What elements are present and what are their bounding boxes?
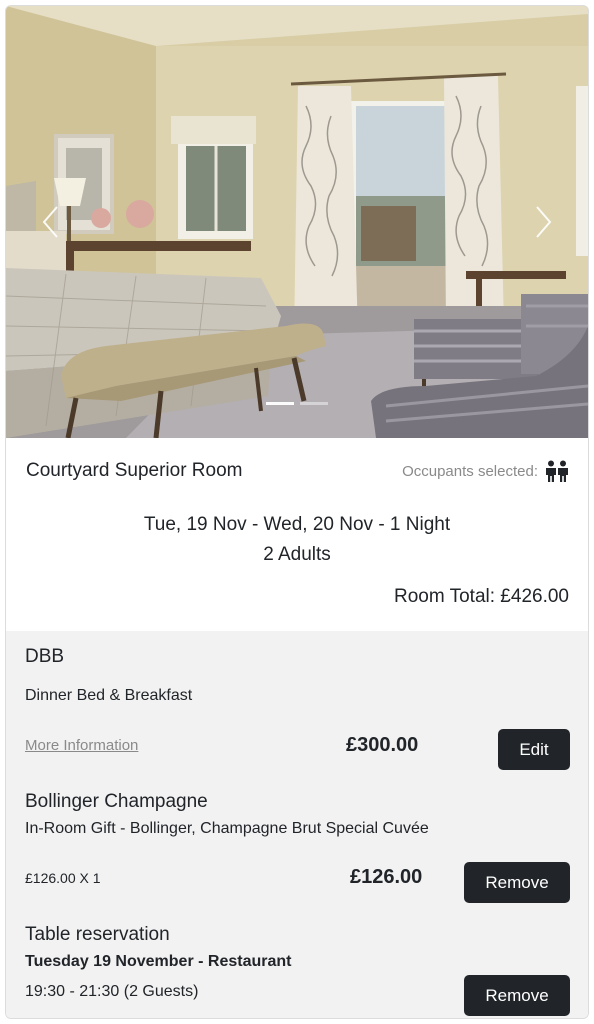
table-reservation-time: 19:30 - 21:30 (2 Guests) [25,983,199,1000]
occupants-label: Occupants selected: [402,462,538,480]
stay-dates: Tue, 19 Nov - Wed, 20 Nov - 1 Night [143,514,451,535]
stay-details: Tue, 19 Nov - Wed, 20 Nov - 1 Night 2 Ad… [6,510,588,570]
table-reservation-title: Table reservation [25,924,170,945]
edit-button[interactable]: Edit [498,729,570,770]
room-photo-carousel[interactable] [6,6,588,438]
dbb-price: £300.00 [346,734,419,756]
table-reservation-date: Tuesday 19 November - Restaurant [25,953,292,970]
remove-champagne-button[interactable]: Remove [464,862,570,903]
champagne-price: £126.00 [350,866,423,888]
room-summary: Courtyard Superior Room Occupants select… [6,438,588,631]
carousel-indicators [6,402,588,405]
more-information-link[interactable]: More Information [25,737,138,754]
dbb-title: DBB [25,646,65,667]
room-card: Courtyard Superior Room Occupants select… [5,5,589,1019]
champagne-description: In-Room Gift - Bollinger, Champagne Brut… [25,820,429,837]
carousel-next-button[interactable] [528,202,558,242]
remove-table-button[interactable]: Remove [464,975,570,1016]
chevron-left-icon [42,206,58,238]
dbb-description: Dinner Bed & Breakfast [25,687,193,704]
chevron-right-icon [536,206,552,238]
carousel-indicator-2[interactable] [300,402,328,405]
room-photo [6,6,588,438]
guest-count: 2 Adults [263,544,331,565]
occupants-selected: Occupants selected: [402,460,570,482]
champagne-quantity: £126.00 X 1 [25,870,101,886]
carousel-indicator-1[interactable] [266,402,294,405]
room-title: Courtyard Superior Room [26,460,243,481]
extras-panel: DBB Dinner Bed & Breakfast More Informat… [6,631,588,1018]
people-icon [546,460,568,482]
champagne-title: Bollinger Champagne [25,791,208,812]
carousel-prev-button[interactable] [36,202,66,242]
room-total: Room Total: £426.00 [394,586,569,607]
